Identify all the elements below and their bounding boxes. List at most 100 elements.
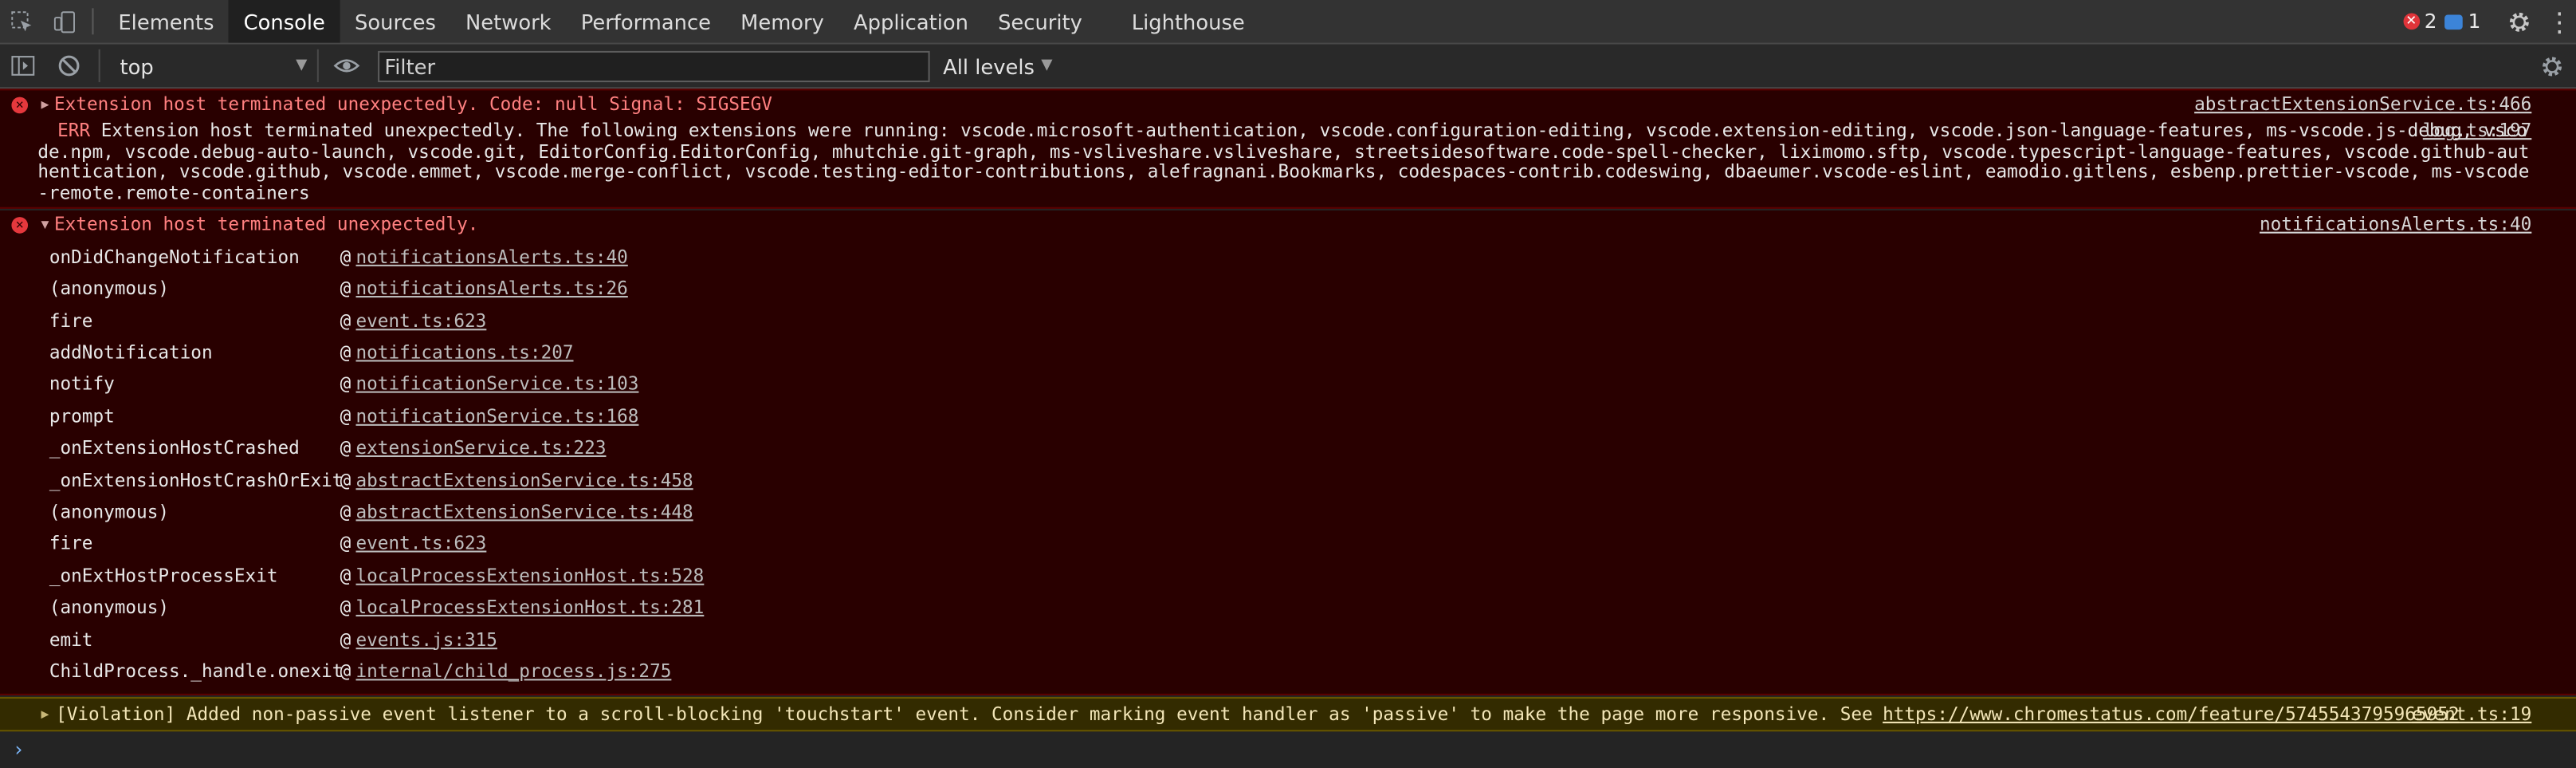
filter-input[interactable] xyxy=(378,49,930,82)
tab-memory[interactable]: Memory xyxy=(726,0,839,43)
at-sign: @ xyxy=(340,565,351,587)
frame-function: _onExtensionHostCrashed xyxy=(49,437,300,459)
warning-text-line: [Violation] Added non-passive event list… xyxy=(56,699,2459,731)
tab-network[interactable]: Network xyxy=(450,0,566,43)
frame-location-link[interactable]: notificationsAlerts.ts:26 xyxy=(356,274,628,305)
log-levels-value: All levels xyxy=(943,53,1035,78)
expand-triangle-icon[interactable]: ▶ xyxy=(41,90,49,120)
source-link[interactable]: notificationsAlerts.ts:40 xyxy=(2260,210,2531,239)
at-sign: @ xyxy=(340,309,351,332)
show-sidebar-icon[interactable] xyxy=(0,45,46,88)
console-error-message: ✕ ▶ Extension host terminated unexpected… xyxy=(0,89,2576,209)
frame-function: (anonymous) xyxy=(49,278,170,300)
source-link[interactable]: abstractExtensionService.ts:466 xyxy=(2194,90,2531,120)
frame-function: (anonymous) xyxy=(49,597,170,619)
context-selector[interactable]: top ▼ xyxy=(98,49,319,83)
frame-function: fire xyxy=(49,309,93,332)
issues-counter[interactable]: ✕ 2 1 xyxy=(2402,10,2481,33)
frame-location-link[interactable]: notifications.ts:207 xyxy=(356,337,574,369)
clear-console-icon[interactable] xyxy=(46,45,92,88)
console-violation-warning[interactable]: ▶ [Violation] Added non-passive event li… xyxy=(0,697,2576,732)
context-selector-value: top xyxy=(120,53,154,78)
at-sign: @ xyxy=(340,437,351,459)
stack-frame: notify @ notificationService.ts:103 xyxy=(49,368,2576,400)
frame-location-link[interactable]: notificationService.ts:168 xyxy=(356,400,639,432)
frame-location-link[interactable]: extensionService.ts:223 xyxy=(356,432,607,464)
tab-console[interactable]: Console xyxy=(229,0,340,43)
frame-location-link[interactable]: notificationsAlerts.ts:40 xyxy=(356,242,628,274)
frame-location-link[interactable]: internal/child_process.js:275 xyxy=(356,656,672,687)
console-error-message-expanded: ✕ ▼ Extension host terminated unexpected… xyxy=(0,210,2576,696)
stack-frame: onDidChangeNotification @ notificationsAle… xyxy=(49,242,2576,274)
frame-function: _onExtensionHostCrashOrExit xyxy=(49,469,344,491)
stack-trace: onDidChangeNotification @ notificationsAle… xyxy=(0,240,2576,695)
tab-sources[interactable]: Sources xyxy=(340,0,450,43)
at-sign: @ xyxy=(340,246,351,268)
console-settings-gear-icon[interactable] xyxy=(2533,45,2569,88)
frame-function: onDidChangeNotification xyxy=(49,246,300,268)
at-sign: @ xyxy=(340,341,351,364)
log-source-link[interactable]: log.ts:197 xyxy=(2423,120,2532,143)
devtools-window: Elements Console Sources Network Perform… xyxy=(0,0,2576,765)
device-toolbar-icon[interactable] xyxy=(43,0,86,43)
err-label: ERR xyxy=(57,120,91,142)
message-header[interactable]: ✕ ▶ Extension host terminated unexpected… xyxy=(0,90,2576,120)
stack-frame: ChildProcess._handle.onexit @ internal/chi… xyxy=(49,656,2576,687)
warning-url-link[interactable]: https://www.chromestatus.com/feature/574… xyxy=(1883,704,2459,726)
frame-location-link[interactable]: notificationService.ts:103 xyxy=(356,368,639,400)
frame-location-link[interactable]: localProcessExtensionHost.ts:281 xyxy=(356,592,705,624)
at-sign: @ xyxy=(340,469,351,491)
more-options-icon[interactable]: ⋮ xyxy=(2543,0,2576,43)
expand-triangle-icon[interactable]: ▶ xyxy=(41,699,49,731)
error-detail-text: Extension host terminated unexpectedly. … xyxy=(37,120,2530,204)
stack-frame: _onExtensionHostCrashed @ extensionService… xyxy=(49,432,2576,464)
tab-performance[interactable]: Performance xyxy=(566,0,725,43)
frame-location-link[interactable]: abstractExtensionService.ts:458 xyxy=(356,464,693,496)
at-sign: @ xyxy=(340,501,351,523)
info-count-icon xyxy=(2444,14,2464,30)
message-header[interactable]: ✕ ▼ Extension host terminated unexpected… xyxy=(0,210,2576,239)
frame-location-link[interactable]: events.js:315 xyxy=(356,624,497,656)
at-sign: @ xyxy=(340,373,351,396)
tab-bar-right: ✕ 2 1 ⋮ xyxy=(2402,0,2576,43)
info-count: 1 xyxy=(2468,10,2481,33)
at-sign: @ xyxy=(340,533,351,555)
stack-frame: (anonymous) @ notificationsAlerts.ts:26 xyxy=(49,274,2576,305)
frame-location-link[interactable]: abstractExtensionService.ts:448 xyxy=(356,496,693,528)
stack-frame: addNotification @ notifications.ts:207 xyxy=(49,337,2576,369)
at-sign: @ xyxy=(340,628,351,651)
error-detail-block: ERR Extension host terminated unexpected… xyxy=(0,120,2576,207)
console-toolbar: top ▼ All levels ▼ xyxy=(0,44,2576,89)
frame-function: fire xyxy=(49,533,93,555)
live-expression-eye-icon[interactable] xyxy=(319,53,375,79)
frame-function: prompt xyxy=(49,405,115,427)
settings-gear-icon[interactable] xyxy=(2502,0,2535,43)
at-sign: @ xyxy=(340,597,351,619)
stack-frame: (anonymous) @ localProcessExtensionHost.ts… xyxy=(49,592,2576,624)
error-count-icon: ✕ xyxy=(2402,13,2420,30)
frame-location-link[interactable]: event.ts:623 xyxy=(356,528,487,560)
error-icon: ✕ xyxy=(11,96,29,114)
tab-application[interactable]: Application xyxy=(838,0,983,43)
frame-function: addNotification xyxy=(49,341,213,364)
frame-location-link[interactable]: event.ts:623 xyxy=(356,305,487,337)
collapse-triangle-icon[interactable]: ▼ xyxy=(41,210,49,239)
frame-function: _onExtHostProcessExit xyxy=(49,565,278,587)
at-sign: @ xyxy=(340,278,351,300)
tab-lighthouse[interactable]: Lighthouse xyxy=(1117,0,1259,43)
log-levels-dropdown[interactable]: All levels ▼ xyxy=(943,53,1052,78)
tab-elements[interactable]: Elements xyxy=(104,0,229,43)
warning-source-link[interactable]: event.ts:19 xyxy=(2412,699,2531,731)
inspect-element-icon[interactable] xyxy=(0,0,43,43)
stack-frame: emit @ events.js:315 xyxy=(49,624,2576,656)
console-prompt[interactable]: › xyxy=(0,732,2576,768)
tab-security[interactable]: Security xyxy=(984,0,1098,43)
chevron-down-icon: ▼ xyxy=(1041,57,1053,74)
frame-location-link[interactable]: localProcessExtensionHost.ts:528 xyxy=(356,560,705,592)
warning-text: [Violation] Added non-passive event list… xyxy=(56,703,1873,726)
error-message-text: Extension host terminated unexpectedly. … xyxy=(54,93,772,116)
at-sign: @ xyxy=(340,660,351,683)
frame-function: notify xyxy=(49,373,115,396)
at-sign: @ xyxy=(340,405,351,427)
toolbar-divider xyxy=(92,8,94,35)
